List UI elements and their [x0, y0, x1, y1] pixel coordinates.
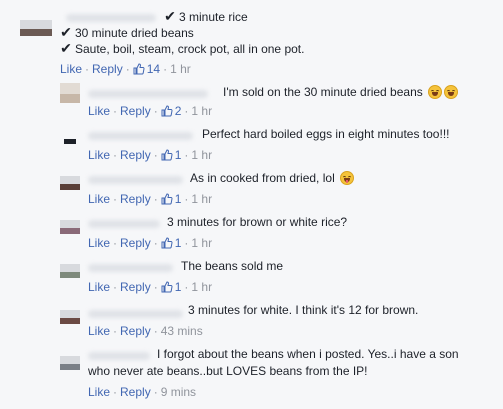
reply-link[interactable]: Reply — [120, 385, 151, 399]
like-link[interactable]: Like — [88, 280, 110, 294]
comment-actions: Like · Reply · 43 mins — [88, 324, 203, 338]
reply-text-line: I forgot about the beans when i posted. … — [157, 347, 459, 361]
timestamp[interactable]: 1 hr — [191, 104, 212, 118]
thumbs-up-icon[interactable] — [133, 63, 145, 75]
reply-link[interactable]: Reply — [120, 104, 151, 118]
reply-text: As in cooked from dried, lol — [190, 170, 355, 187]
laughing-tears-icon — [428, 85, 443, 99]
thumbs-up-icon[interactable] — [161, 237, 173, 249]
reply-link[interactable]: Reply — [92, 62, 123, 76]
commenter-name-redacted — [66, 14, 156, 22]
reply-link[interactable]: Reply — [120, 192, 151, 206]
thumbs-up-icon[interactable] — [161, 193, 173, 205]
comment-actions: Like · Reply · 1 · 1 hr — [88, 192, 213, 206]
timestamp[interactable]: 1 hr — [170, 62, 191, 76]
reply-text: Perfect hard boiled eggs in eight minute… — [202, 127, 450, 141]
commenter-name-redacted — [88, 310, 183, 318]
avatar[interactable] — [60, 83, 80, 103]
timestamp[interactable]: 1 hr — [191, 148, 212, 162]
commenter-name-redacted — [88, 220, 160, 228]
like-link[interactable]: Like — [88, 104, 110, 118]
comment-actions: Like · Reply · 1 · 1 hr — [88, 236, 213, 250]
reply-text: The beans sold me — [181, 259, 284, 273]
commenter-name-redacted — [88, 352, 150, 360]
timestamp[interactable]: 1 hr — [191, 280, 212, 294]
commenter-name-redacted — [88, 132, 193, 140]
comment-actions: Like · Reply · 9 mins — [88, 385, 197, 399]
commenter-name-redacted — [88, 264, 173, 272]
reply-link[interactable]: Reply — [120, 280, 151, 294]
reply-text: I'm sold on the 30 minute dried beans — [223, 84, 459, 101]
timestamp[interactable]: 43 mins — [161, 324, 203, 338]
timestamp[interactable]: 9 mins — [161, 385, 196, 399]
avatar[interactable] — [60, 356, 80, 370]
avatar[interactable] — [60, 220, 80, 234]
check-mark-icon: ✔ — [60, 40, 72, 56]
commenter-name-redacted — [88, 176, 183, 184]
timestamp[interactable]: 1 hr — [191, 192, 212, 206]
reply-text: 3 minutes for white. I think it's 12 for… — [188, 303, 419, 317]
avatar[interactable] — [60, 310, 80, 324]
avatar[interactable] — [60, 176, 80, 190]
check-mark-icon: ✔ — [60, 24, 72, 40]
reply-text: 3 minutes for brown or white rice? — [167, 215, 348, 229]
reply-link[interactable]: Reply — [120, 236, 151, 250]
avatar[interactable] — [60, 264, 80, 278]
like-link[interactable]: Like — [88, 385, 110, 399]
comment-line: ✔ Saute, boil, steam, crock pot, all in o… — [60, 40, 305, 56]
thumbs-up-icon[interactable] — [161, 149, 173, 161]
reply-link[interactable]: Reply — [120, 148, 151, 162]
thumbs-up-icon[interactable] — [161, 281, 173, 293]
like-link[interactable]: Like — [88, 324, 110, 338]
like-link[interactable]: Like — [60, 62, 82, 76]
like-link[interactable]: Like — [88, 148, 110, 162]
like-link[interactable]: Like — [88, 192, 110, 206]
like-count[interactable]: 14 — [147, 62, 160, 76]
avatar[interactable] — [60, 128, 80, 148]
laughing-tears-icon — [444, 85, 459, 99]
avatar[interactable] — [20, 20, 52, 36]
tongue-out-icon — [340, 171, 355, 185]
timestamp[interactable]: 1 hr — [191, 236, 212, 250]
commenter-name-redacted — [88, 90, 208, 98]
comment-actions: Like · Reply · 14 · 1 hr — [60, 62, 191, 76]
comment-actions: Like · Reply · 2 · 1 hr — [88, 104, 213, 118]
reply-link[interactable]: Reply — [120, 324, 151, 338]
thumbs-up-icon[interactable] — [161, 105, 173, 117]
comment-actions: Like · Reply · 1 · 1 hr — [88, 280, 213, 294]
like-link[interactable]: Like — [88, 236, 110, 250]
check-mark-icon: ✔ — [164, 8, 176, 24]
reply-text-line: who never ate beans..but LOVES beans fro… — [88, 364, 368, 378]
comment-actions: Like · Reply · 1 · 1 hr — [88, 148, 213, 162]
top-comment: ✔ 3 minute rice ✔ 30 minute dried beans ✔ S… — [0, 0, 503, 76]
